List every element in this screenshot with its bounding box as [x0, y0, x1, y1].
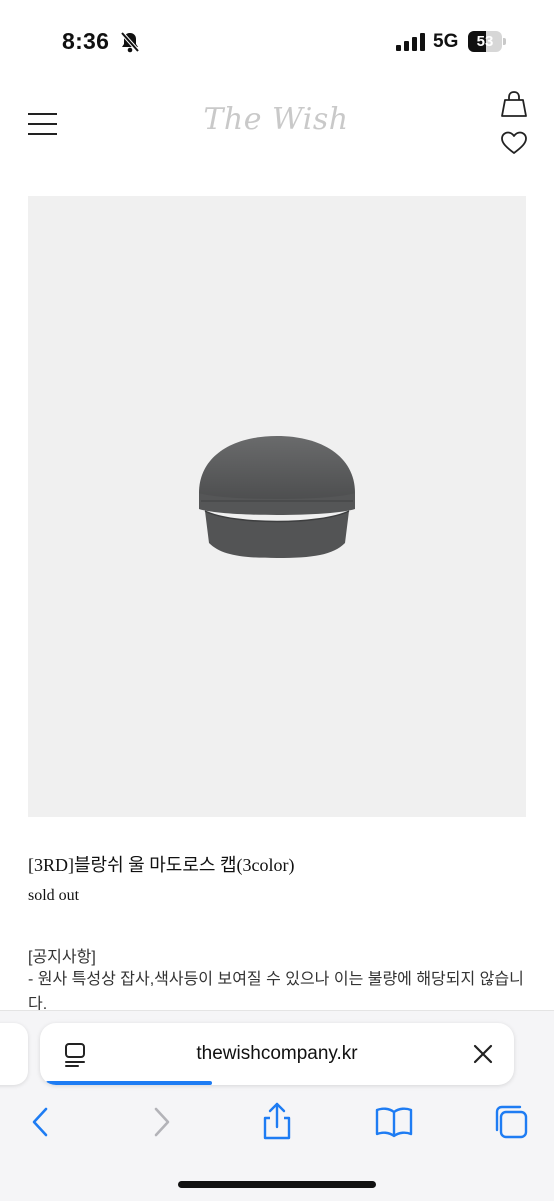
address-text[interactable]: thewishcompany.kr [40, 1043, 514, 1065]
back-icon[interactable] [19, 1100, 63, 1144]
bell-slash-icon [120, 31, 140, 58]
home-indicator[interactable] [178, 1181, 376, 1188]
product-cap-illustration [199, 436, 355, 558]
close-icon[interactable] [472, 1043, 494, 1070]
previous-tab-card[interactable] [0, 1023, 28, 1085]
heart-icon[interactable] [500, 130, 528, 156]
site-logo[interactable]: The Wish [176, 102, 376, 137]
share-icon[interactable] [255, 1100, 299, 1144]
tabs-icon[interactable] [490, 1100, 534, 1144]
status-bar: 8:36 5G 53 [0, 0, 554, 80]
site-header: The Wish [0, 80, 554, 190]
battery-icon: 53 [468, 31, 508, 52]
status-time: 8:36 [62, 28, 110, 54]
notice-title: [공지사항] [28, 949, 96, 966]
product-status: sold out [28, 887, 80, 904]
load-progress-bar [46, 1081, 213, 1085]
bookmarks-icon[interactable] [372, 1100, 416, 1144]
address-bar[interactable]: thewishcompany.kr [40, 1023, 514, 1085]
shopping-bag-icon[interactable] [500, 90, 528, 118]
signal-icon [396, 33, 426, 56]
product-name: [3RD]블랑쉬 울 마도로스 캡(3color) [28, 855, 295, 875]
network-label: 5G [433, 31, 459, 52]
menu-icon[interactable] [28, 113, 58, 135]
product-image[interactable] [28, 196, 526, 817]
forward-icon[interactable] [139, 1100, 183, 1144]
battery-percent: 53 [476, 33, 494, 50]
